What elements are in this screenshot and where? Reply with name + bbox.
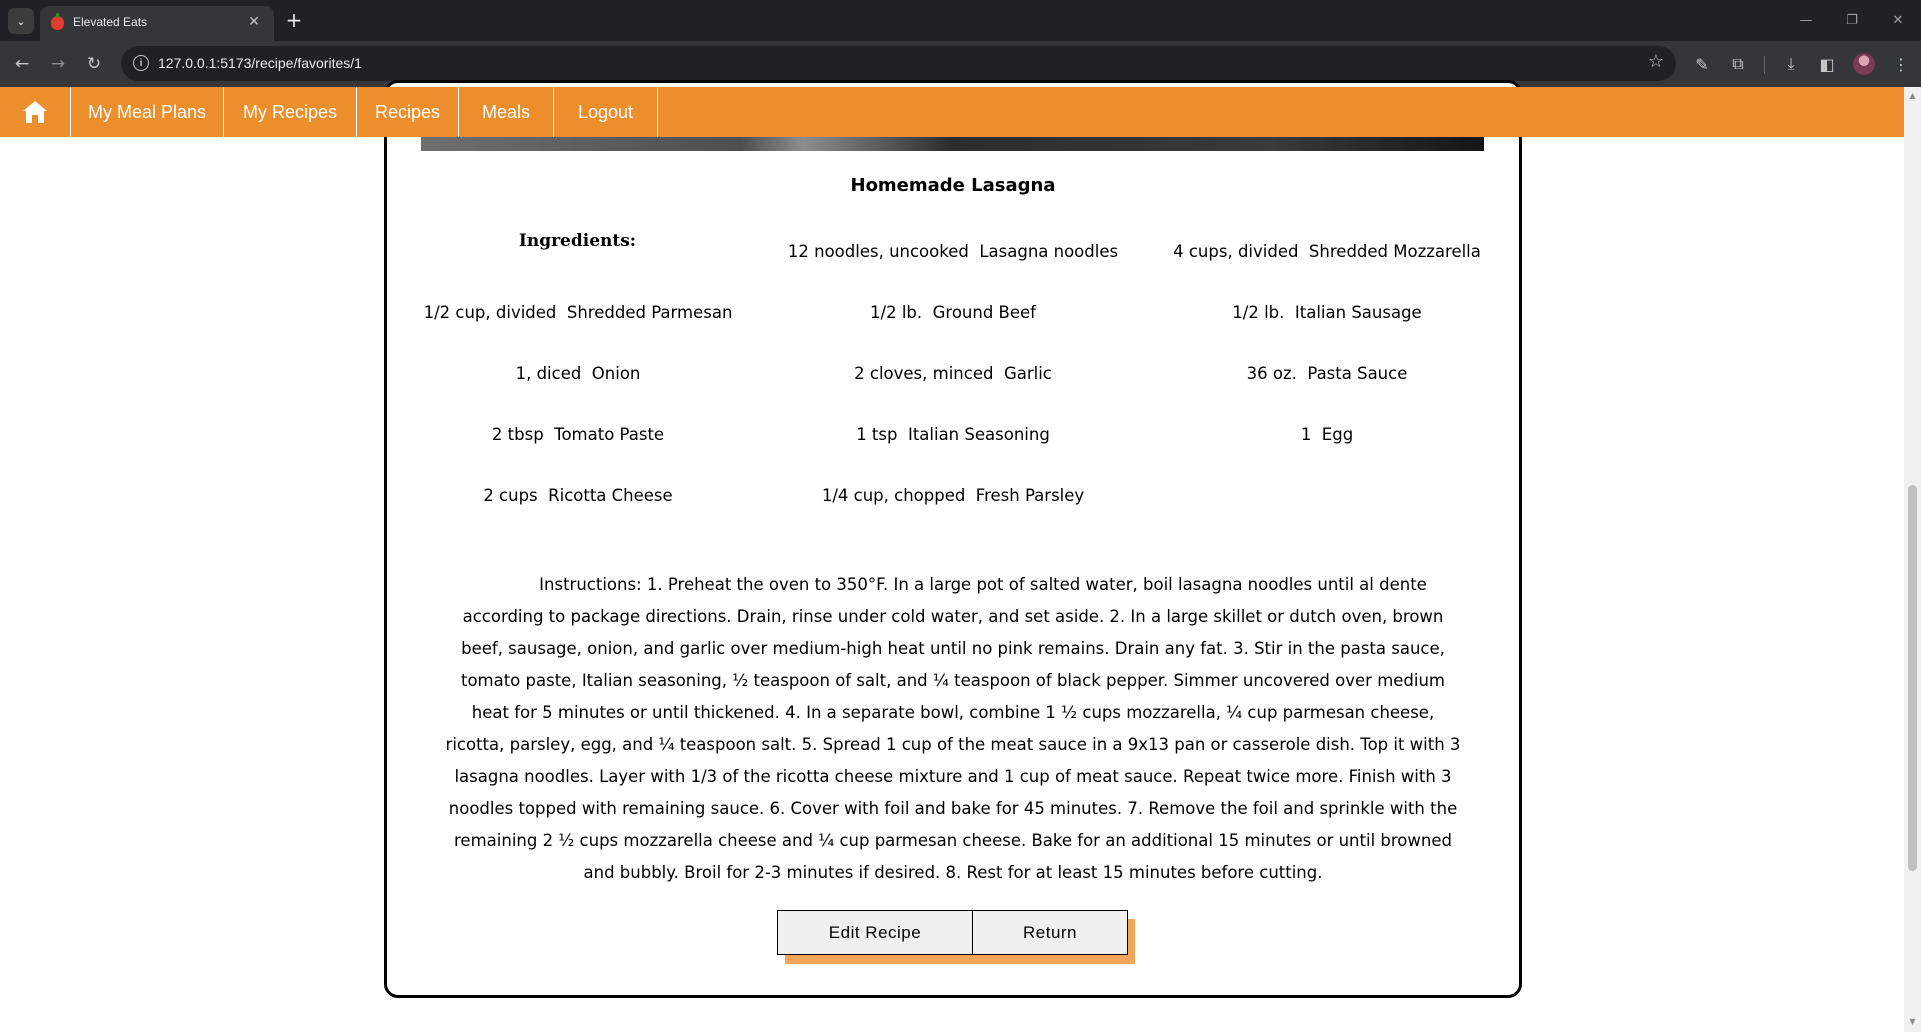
edit-recipe-button-wrap: Edit Recipe: [777, 910, 984, 964]
forward-icon[interactable]: →: [44, 50, 72, 78]
extensions-icon[interactable]: ⧉: [1724, 50, 1752, 78]
ingredient-item: 36 oz. Pasta Sauce: [1246, 364, 1408, 383]
reload-icon[interactable]: ↻: [80, 50, 108, 78]
nav-my-meal-plans[interactable]: My Meal Plans: [71, 87, 224, 137]
site-navbar: My Meal Plans My Recipes Recipes Meals L…: [0, 87, 1904, 137]
restore-button[interactable]: ❐: [1829, 6, 1875, 34]
ingredient-item: 4 cups, divided Shredded Mozzarella: [1173, 242, 1481, 261]
edit-recipe-button[interactable]: Edit Recipe: [777, 910, 973, 955]
nav-logout[interactable]: Logout: [554, 87, 658, 137]
avatar[interactable]: [1853, 53, 1875, 75]
ingredient-item: 1/4 cup, chopped Fresh Parsley: [821, 486, 1085, 505]
recipe-instructions: Instructions: 1. Preheat the oven to 350…: [445, 575, 1461, 882]
ingredient-item: 1, diced Onion: [515, 364, 641, 383]
star-icon[interactable]: ☆: [1648, 51, 1664, 72]
sidebar-icon[interactable]: ◧: [1813, 50, 1841, 78]
ingredient-item: 1 Egg: [1300, 425, 1354, 444]
back-icon[interactable]: ←: [8, 50, 36, 78]
favicon: [51, 13, 64, 30]
toolbar-divider: [1764, 56, 1765, 74]
nav-recipes[interactable]: Recipes: [357, 87, 459, 137]
ingredient-item: 1/2 lb. Italian Sausage: [1232, 303, 1422, 322]
recipe-title: Homemade Lasagna: [850, 175, 1056, 196]
eyedropper-icon[interactable]: ✎: [1688, 50, 1716, 78]
nav-my-recipes[interactable]: My Recipes: [224, 87, 357, 137]
close-window-button[interactable]: ✕: [1875, 6, 1921, 34]
home-button[interactable]: [0, 87, 71, 137]
tab-list-icon[interactable]: ⌄: [8, 8, 34, 34]
ingredients-heading: Ingredients:: [518, 231, 637, 251]
ingredient-item: 2 tbsp Tomato Paste: [491, 425, 665, 444]
scroll-thumb[interactable]: [1908, 485, 1917, 871]
tab-title: Elevated Eats: [73, 15, 148, 29]
ingredient-item: 1 tsp Italian Seasoning: [856, 425, 1050, 444]
ingredient-item: 12 noodles, uncooked Lasagna noodles: [787, 242, 1119, 261]
home-icon: [23, 101, 47, 123]
scroll-up-icon[interactable]: ▲: [1908, 91, 1917, 100]
ingredient-item: 2 cups Ricotta Cheese: [483, 486, 673, 505]
new-tab-button[interactable]: +: [282, 8, 306, 32]
url-text[interactable]: 127.0.0.1:5173/recipe/favorites/1: [158, 55, 362, 71]
browser-tab[interactable]: Elevated Eats ✕: [40, 6, 274, 41]
scroll-down-icon[interactable]: ▼: [1908, 1017, 1917, 1026]
tab-close-icon[interactable]: ✕: [244, 12, 264, 32]
page-scrollbar[interactable]: ▲ ▼: [1904, 87, 1921, 1032]
return-button[interactable]: Return: [972, 910, 1128, 955]
minimize-button[interactable]: —: [1783, 6, 1829, 34]
address-bar[interactable]: i 127.0.0.1:5173/recipe/favorites/1 ☆: [121, 46, 1676, 81]
return-button-wrap: Return: [972, 910, 1135, 964]
recipe-image: [421, 137, 1484, 151]
nav-meals[interactable]: Meals: [459, 87, 554, 137]
download-icon[interactable]: ⤓: [1777, 50, 1805, 78]
ingredient-item: 1/2 cup, divided Shredded Parmesan: [423, 303, 733, 322]
site-info-icon[interactable]: i: [133, 55, 149, 71]
menu-icon[interactable]: ⋮: [1887, 50, 1915, 78]
browser-tab-strip: ⌄ Elevated Eats ✕ + — ❐ ✕: [0, 0, 1921, 41]
ingredient-item: 1/2 lb. Ground Beef: [870, 303, 1036, 322]
ingredient-item: 2 cloves, minced Garlic: [854, 364, 1052, 383]
